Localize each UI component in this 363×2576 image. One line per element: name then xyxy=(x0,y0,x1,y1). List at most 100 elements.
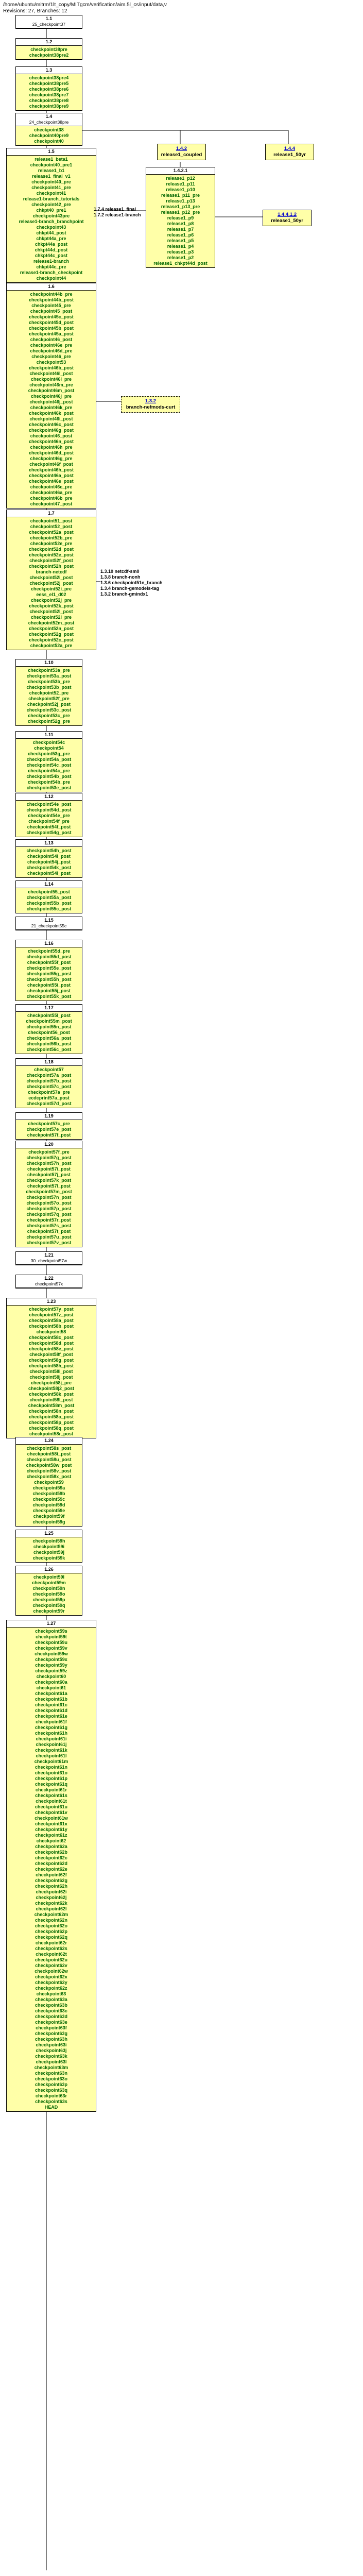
tag: checkpoint62y xyxy=(8,1980,94,1986)
tag: checkpoint63i xyxy=(8,2042,94,2048)
rev-box-1-1[interactable]: 1.125_checkpoint37 xyxy=(15,15,82,29)
tag: checkpoint57a_pre xyxy=(18,1090,80,1095)
rev-tags: checkpoint54ccheckpoint54checkpoint53g_p… xyxy=(16,739,82,792)
tag: checkpoint54c xyxy=(18,740,80,745)
rev-box-1-17[interactable]: 1.17checkpoint55l_postcheckpoint55m_post… xyxy=(15,1004,82,1054)
tag: checkpoint52a_post xyxy=(8,530,94,535)
rev-header: 1.5 xyxy=(7,148,96,156)
rev-box-1-4[interactable]: 1.424_checkpoint38precheckpoint38checkpo… xyxy=(15,113,82,146)
rev-header: 1.12 xyxy=(16,793,82,801)
tag: checkpoint55a_post xyxy=(18,895,80,901)
tag: checkpoint59b xyxy=(18,1491,80,1497)
branch-box-release1-50yr[interactable]: 1.4.4 release1_50yr xyxy=(265,144,314,160)
tag: checkpoint46d_post xyxy=(8,450,94,456)
rev-box-1-25[interactable]: 1.25checkpoint59hcheckpoint59icheckpoint… xyxy=(15,1530,82,1563)
rev-box-1-2[interactable]: 1.2checkpoint38precheckpoint38pre2 xyxy=(15,38,82,60)
tag: chkpt44c_pre xyxy=(8,264,94,270)
branch-rev-1-4-2-1[interactable]: 1.4.2.1 release1_p12release1_p11release1… xyxy=(146,167,215,268)
tag: checkpoint46f_post xyxy=(8,462,94,467)
branch-link[interactable]: 1.4.4 xyxy=(284,146,295,151)
branch-label: release1_50yr xyxy=(266,218,308,224)
tag: checkpoint55d_pre xyxy=(18,948,80,954)
tag: checkpoint63c xyxy=(8,2008,94,2014)
rev-box-1-10[interactable]: 1.10checkpoint53a_precheckpoint53a_postc… xyxy=(15,659,82,726)
tag: checkpoint57c_post xyxy=(18,1084,80,1090)
tag: checkpoint45a_post xyxy=(8,331,94,337)
tag: checkpoint52i_pre xyxy=(8,586,94,592)
branch-link[interactable]: 1.3.2 xyxy=(145,398,156,404)
rev-box-1-26[interactable]: 1.26checkpoint59lcheckpoint59mcheckpoint… xyxy=(15,1566,82,1616)
rev-box-1-13[interactable]: 1.13checkpoint54h_postcheckpoint54i_post… xyxy=(15,839,82,878)
tag: checkpoint61s xyxy=(8,1793,94,1799)
tag: checkpoint59w xyxy=(8,1651,94,1657)
tag: checkpoint63g xyxy=(8,2031,94,2037)
tag: checkpoint54d_post xyxy=(18,807,80,813)
rev-tags: release1_p12release1_p11release1_p10rele… xyxy=(146,175,215,267)
rev-box-1-11[interactable]: 1.11checkpoint54ccheckpoint54checkpoint5… xyxy=(15,731,82,792)
branch-label: release1_50yr xyxy=(269,152,310,158)
tag: checkpoint52n_post xyxy=(8,626,94,632)
rev-header: 1.11 xyxy=(16,732,82,739)
rev-box-1-6[interactable]: 1.6checkpoint44b_precheckpoint44b_postch… xyxy=(6,283,96,509)
rev-tags: checkpoint53a_precheckpoint53a_postcheck… xyxy=(16,667,82,725)
tag: checkpoint59z xyxy=(8,1668,94,1674)
tag: checkpoint63q xyxy=(8,2088,94,2093)
rev-box-1-27[interactable]: 1.27checkpoint59scheckpoint59tcheckpoint… xyxy=(6,1620,96,2112)
tag: checkpoint62l xyxy=(8,1906,94,1912)
tag: checkpoint59f xyxy=(18,1514,80,1519)
rev-box-1-15[interactable]: 1.1521_checkpoint55c xyxy=(15,917,82,930)
rev-version: 1.25 xyxy=(44,1531,54,1536)
tag: checkpoint45d_post xyxy=(8,320,94,326)
tag: checkpoint44 xyxy=(8,276,94,281)
tag: checkpoint61e xyxy=(8,1714,94,1719)
rev-box-1-12[interactable]: 1.12checkpoint54e_postcheckpoint54d_post… xyxy=(15,793,82,837)
tag: chkpt44c_post xyxy=(8,253,94,259)
rev-header: 1.20 xyxy=(16,1141,82,1148)
tag: checkpoint63f xyxy=(8,2025,94,2031)
tag: release1_chkpt44d_post xyxy=(148,261,213,266)
tag: checkpoint54f_post xyxy=(18,824,80,830)
tag: checkpoint58s_post xyxy=(18,1446,80,1451)
rev-box-1-21[interactable]: 1.2130_checkpoint57w xyxy=(15,1251,82,1265)
tag: checkpoint62a xyxy=(8,1844,94,1850)
branch-box-1-4-4-1-2[interactable]: 1.4.4.1.2 release1_50yr xyxy=(263,210,312,226)
rev-box-1-23[interactable]: 1.23checkpoint57y_postcheckpoint57z_post… xyxy=(6,1298,96,1438)
rev-version: 1.14 xyxy=(44,882,54,887)
rev-box-1-22[interactable]: 1.22checkpoint57x xyxy=(15,1275,82,1289)
rev-box-1-16[interactable]: 1.16checkpoint55d_precheckpoint55d_postc… xyxy=(15,940,82,1001)
rev-box-1-7[interactable]: 1.7checkpoint51_postcheckpoint52_postche… xyxy=(6,510,96,650)
rev-version: 1.19 xyxy=(44,1113,54,1118)
tag: checkpoint38pre xyxy=(18,47,80,53)
rev-box-1-24[interactable]: 1.24checkpoint58s_postcheckpoint58t_post… xyxy=(15,1437,82,1527)
tag: branch-netcdf xyxy=(8,569,94,575)
rev-box-1-14[interactable]: 1.14checkpoint55_postcheckpoint55a_postc… xyxy=(15,880,82,913)
tag: checkpoint63l xyxy=(8,2059,94,2065)
tag: checkpoint46_post xyxy=(8,433,94,439)
rev-box-1-3[interactable]: 1.3checkpoint38pre4checkpoint38pre5check… xyxy=(15,66,82,111)
tag: checkpoint62s xyxy=(8,1946,94,1952)
tag: checkpoint57e_post xyxy=(18,1127,80,1132)
tag: checkpoint52b_pre xyxy=(8,535,94,541)
branch-box-release1-coupled[interactable]: 1.4.2 release1_coupled xyxy=(157,144,206,160)
tag: checkpoint59p xyxy=(18,1597,80,1603)
rev-box-1-20[interactable]: 1.20checkpoint57f_precheckpoint57g_postc… xyxy=(15,1141,82,1247)
branch-link[interactable]: 1.4.2 xyxy=(176,146,187,151)
rev-box-1-5[interactable]: 1.5release1_beta1checkpoint40_pre1releas… xyxy=(6,148,96,283)
tag: checkpoint52f_pre xyxy=(18,696,80,702)
tag: checkpoint62h xyxy=(8,1884,94,1889)
rev-header: 1.125_checkpoint37 xyxy=(16,15,82,28)
tag: checkpoint54l_post xyxy=(18,871,80,876)
rev-header: 1.424_checkpoint38pre xyxy=(16,113,82,126)
tag: checkpoint52i_post xyxy=(8,575,94,581)
rev-header: 1.23 xyxy=(7,1298,96,1306)
rev-header: 1.6 xyxy=(7,283,96,291)
tag: checkpoint52e_post xyxy=(8,552,94,558)
tag: checkpoint63b xyxy=(8,2003,94,2008)
branch-box-nefmods[interactable]: 1.3.2 branch-nefmods-curt xyxy=(121,396,180,413)
tag: checkpoint58 xyxy=(8,1329,94,1335)
rev-box-1-19[interactable]: 1.19checkpoint57c_precheckpoint57e_postc… xyxy=(15,1112,82,1140)
branch-link[interactable]: 1.4.4.1.2 xyxy=(278,212,297,217)
rev-box-1-18[interactable]: 1.18checkpoint57checkpoint57a_postcheckp… xyxy=(15,1058,82,1108)
tag: checkpoint57v_post xyxy=(18,1240,80,1246)
tag: checkpoint61g xyxy=(8,1725,94,1731)
